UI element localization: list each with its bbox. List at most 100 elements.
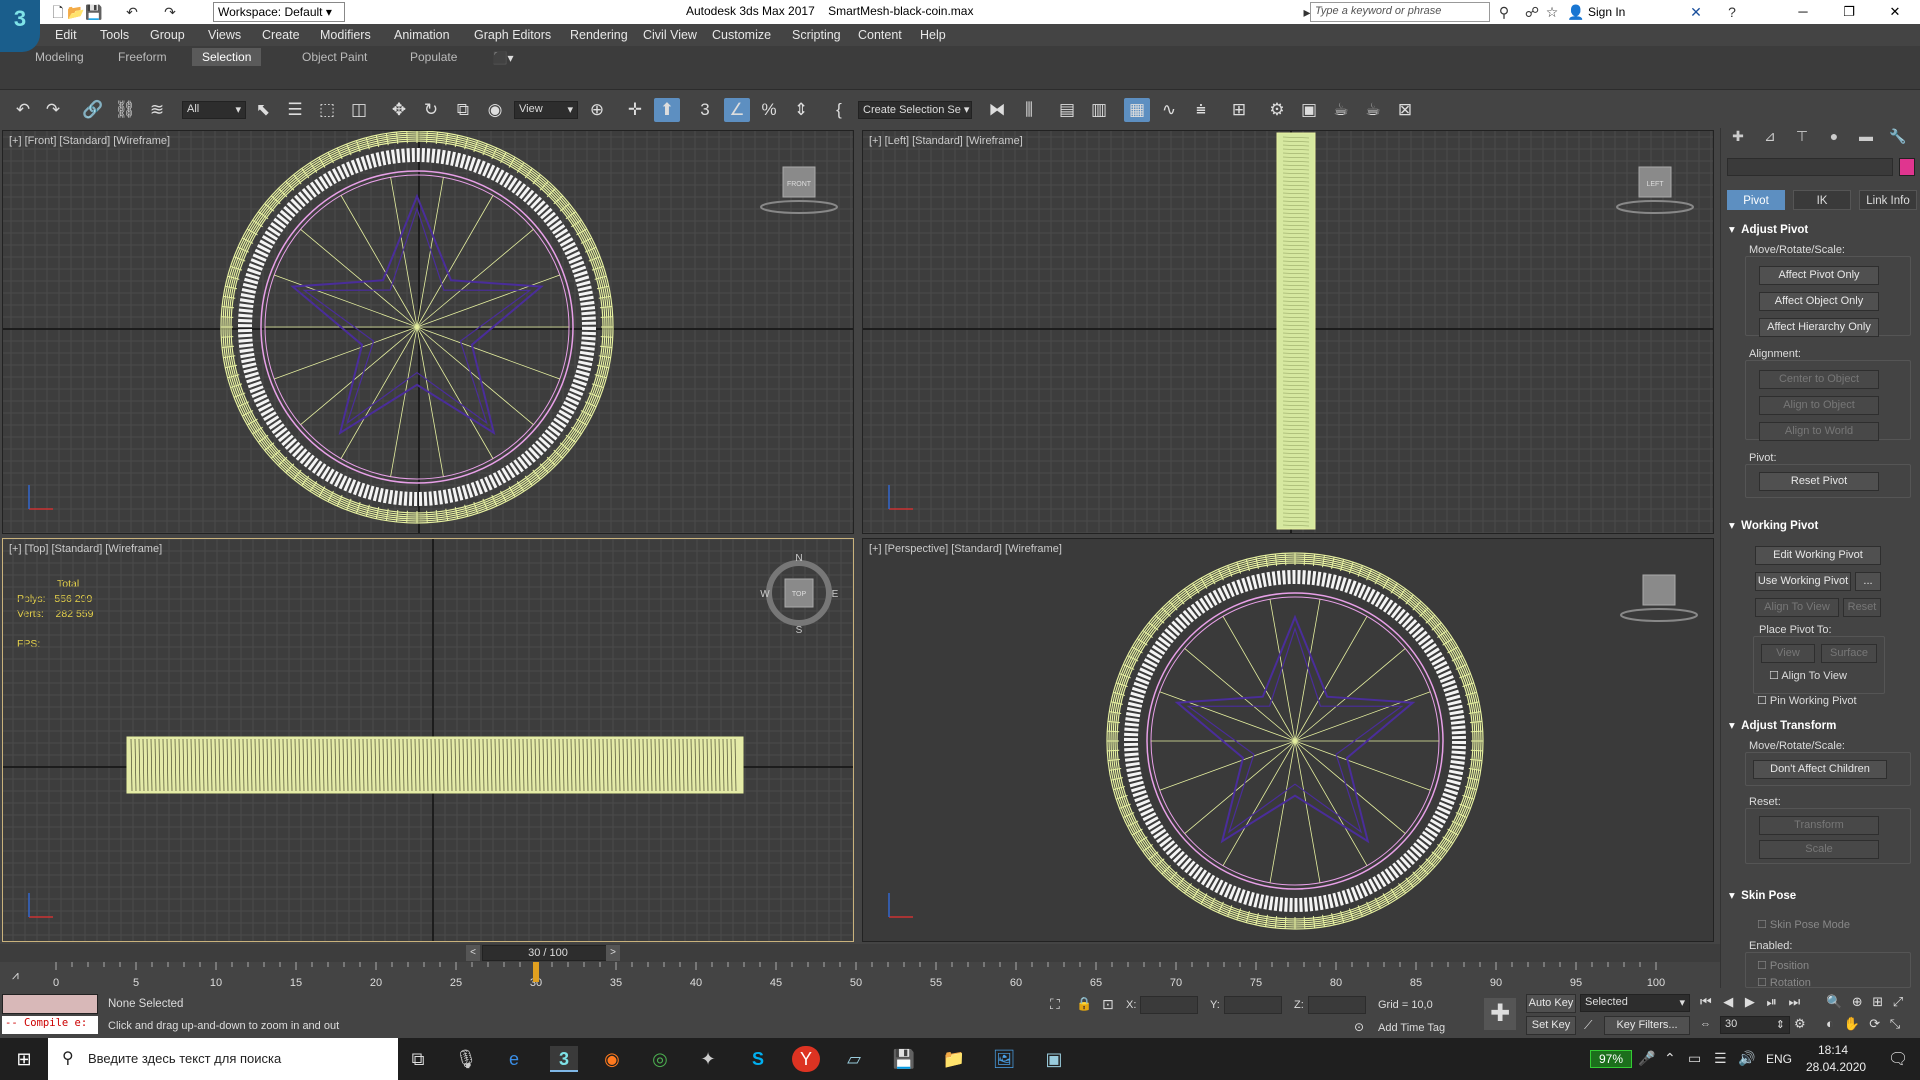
edge-icon[interactable]: e [500, 1046, 528, 1072]
viewport-top[interactable]: [+] [Top] [Standard] [Wireframe] Total P… [2, 538, 854, 942]
isolate-selection-icon[interactable]: ⛶ [1050, 996, 1060, 1013]
align-to-world-button[interactable]: Align to World [1759, 422, 1879, 441]
microphone-tray-icon[interactable]: 🎤 [1638, 1050, 1655, 1067]
affect-pivot-only-button[interactable]: Affect Pivot Only [1759, 266, 1879, 285]
rotation-checkbox[interactable]: ☐ Rotation [1757, 976, 1811, 988]
key-tangent-icon[interactable]: ⟋ [1584, 1018, 1592, 1033]
viewport-top-label[interactable]: [+] [Top] [Standard] [Wireframe] [9, 543, 162, 555]
reset-scale-button[interactable]: Scale [1759, 840, 1879, 859]
app-logo[interactable]: 3 [0, 0, 40, 52]
viewport-perspective-label[interactable]: [+] [Perspective] [Standard] [Wireframe] [869, 543, 1062, 555]
select-by-name-icon[interactable]: ☰ [282, 98, 308, 122]
firefox-icon[interactable]: ◉ [598, 1046, 626, 1072]
app-icon-gecko[interactable]: ✦ [694, 1046, 722, 1072]
menu-animation[interactable]: Animation [394, 28, 450, 42]
reference-coordinate-dropdown[interactable]: View ▾ [514, 101, 578, 119]
keyboard-shortcut-override-icon[interactable]: ⬆ [654, 98, 680, 122]
3dsmax-taskbar-icon[interactable]: 3 [550, 1046, 578, 1072]
angle-snap-icon[interactable]: ∠ [724, 98, 750, 122]
set-key-big-icon[interactable]: ✚ [1484, 998, 1516, 1030]
exchange-apps-icon[interactable]: ✕ [1686, 2, 1706, 22]
unlink-icon[interactable]: ⛓ [112, 98, 138, 122]
app-icon-notes[interactable]: ▱ [840, 1046, 868, 1072]
align-to-object-button[interactable]: Align to Object [1759, 396, 1879, 415]
menu-scripting[interactable]: Scripting [792, 28, 841, 42]
binoculars-icon[interactable]: ⚲ [1494, 2, 1514, 22]
skype-icon[interactable]: S [744, 1046, 772, 1072]
undo-icon[interactable]: ↶ [10, 98, 36, 122]
menu-content[interactable]: Content [858, 28, 902, 42]
rollout-working-pivot[interactable]: ▾ Working Pivot [1729, 518, 1913, 532]
scene-explorer-icon[interactable]: ▦ [1124, 98, 1150, 122]
track-bar[interactable]: ⩘ 0 5 10 15 20 25 30 35 40 45 50 55 60 65 70 75 80 85 90 95… [0, 962, 1720, 992]
skin-pose-mode-checkbox[interactable]: ☐ Skin Pose Mode [1757, 918, 1850, 931]
undo-icon[interactable]: ↶ [122, 2, 142, 22]
sign-in-link[interactable]: Sign In [1588, 5, 1625, 19]
help-icon[interactable]: ? [1722, 2, 1742, 22]
viewport-left[interactable]: [+] [Left] [Standard] [Wireframe] LEFT [862, 130, 1714, 534]
pin-working-pivot-checkbox[interactable]: ☐ Pin Working Pivot [1757, 694, 1857, 707]
prev-frame-icon[interactable]: < [466, 945, 480, 961]
taskbar-search-box[interactable]: ⚲ Введите здесь текст для поиска [48, 1038, 398, 1080]
restore-button[interactable]: ❐ [1826, 0, 1872, 24]
help-search-input[interactable]: Type a keyword or phrase [1310, 2, 1490, 22]
power-tray-icon[interactable]: ▭ [1688, 1050, 1701, 1067]
auto-key-button[interactable]: Auto Key [1526, 994, 1576, 1013]
center-to-object-button[interactable]: Center to Object [1759, 370, 1879, 389]
viewport-perspective[interactable]: [+] [Perspective] [Standard] [Wireframe] [862, 538, 1714, 942]
affect-hierarchy-only-button[interactable]: Affect Hierarchy Only [1759, 318, 1879, 337]
file-explorer-icon[interactable]: 📁 [940, 1046, 968, 1072]
app-icon-microphone[interactable]: 🎙 [452, 1046, 480, 1072]
tab-pivot[interactable]: Pivot [1727, 190, 1785, 210]
maxscript-listener-top[interactable] [2, 994, 98, 1014]
display-tab-icon[interactable]: ▬ [1853, 128, 1879, 148]
key-filters-button[interactable]: Key Filters... [1604, 1016, 1690, 1035]
time-slider-bar[interactable]: < 30 / 100 > [0, 944, 1720, 962]
select-object-icon[interactable]: ⬉ [250, 98, 276, 122]
communication-icon[interactable]: ☍ [1522, 2, 1542, 22]
named-selection-dropdown[interactable]: Create Selection Se ▾ [858, 101, 972, 119]
bind-space-warp-icon[interactable]: ≋ [144, 98, 170, 122]
open-file-icon[interactable]: 📂 [66, 2, 86, 22]
hierarchy-tab-icon[interactable]: ⊤ [1789, 128, 1815, 148]
clock-time[interactable]: 18:14 [1818, 1043, 1848, 1057]
redo-icon[interactable]: ↷ [40, 98, 66, 122]
create-tab-icon[interactable]: ✚ [1725, 128, 1751, 148]
volume-tray-icon[interactable]: 🔊 [1738, 1050, 1755, 1067]
snaps-toggle-icon[interactable]: 3 [692, 98, 718, 122]
menu-rendering[interactable]: Rendering [570, 28, 628, 42]
absolute-mode-icon[interactable]: ⊡ [1102, 996, 1114, 1013]
working-pivot-options-button[interactable]: ... [1855, 572, 1881, 591]
network-tray-icon[interactable]: ☰ [1714, 1050, 1727, 1067]
time-slider[interactable]: 30 / 100 [482, 945, 614, 961]
render-setup-icon[interactable]: ⚙ [1264, 98, 1290, 122]
rollout-adjust-pivot[interactable]: ▾ Adjust Pivot [1729, 222, 1913, 236]
render-iterative-icon[interactable]: ☕ [1360, 98, 1386, 122]
minimize-button[interactable]: ─ [1780, 0, 1826, 24]
rollout-adjust-transform[interactable]: ▾ Adjust Transform [1729, 718, 1913, 732]
close-button[interactable]: ✕ [1872, 0, 1918, 24]
ribbon-tab-object-paint[interactable]: Object Paint [292, 48, 377, 66]
object-name-field[interactable] [1727, 158, 1893, 176]
tab-link-info[interactable]: Link Info [1859, 190, 1917, 210]
action-center-icon[interactable]: 🗨 [1888, 1049, 1908, 1069]
time-config-icon[interactable]: ⚙ [1794, 1016, 1806, 1032]
viewport-left-label[interactable]: [+] [Left] [Standard] [Wireframe] [869, 135, 1023, 147]
material-editor-icon[interactable]: ⊞ [1226, 98, 1252, 122]
app-icon-window[interactable]: ▣ [1040, 1046, 1068, 1072]
windows-start-icon[interactable]: ⊞ [10, 1046, 38, 1072]
motion-tab-icon[interactable]: ● [1821, 128, 1847, 148]
new-file-icon[interactable]: 🗋 [48, 2, 68, 22]
reset-pivot-button[interactable]: Reset Pivot [1759, 472, 1879, 491]
menu-help[interactable]: Help [920, 28, 946, 42]
curve-editor-icon[interactable]: ∿ [1156, 98, 1182, 122]
ribbon-tab-modeling[interactable]: Modeling [25, 48, 94, 66]
move-icon[interactable]: ✥ [386, 98, 412, 122]
clock-date[interactable]: 28.04.2020 [1806, 1060, 1866, 1074]
time-tag-icon[interactable]: ⊙ [1354, 1020, 1364, 1034]
x-coord-field[interactable] [1140, 996, 1198, 1014]
rollout-skin-pose[interactable]: ▾ Skin Pose [1729, 888, 1913, 902]
save-file-icon[interactable]: 💾 [84, 2, 104, 22]
ribbon-tab-selection[interactable]: Selection [192, 48, 262, 66]
selection-filter-dropdown[interactable]: All ▾ [182, 101, 246, 119]
